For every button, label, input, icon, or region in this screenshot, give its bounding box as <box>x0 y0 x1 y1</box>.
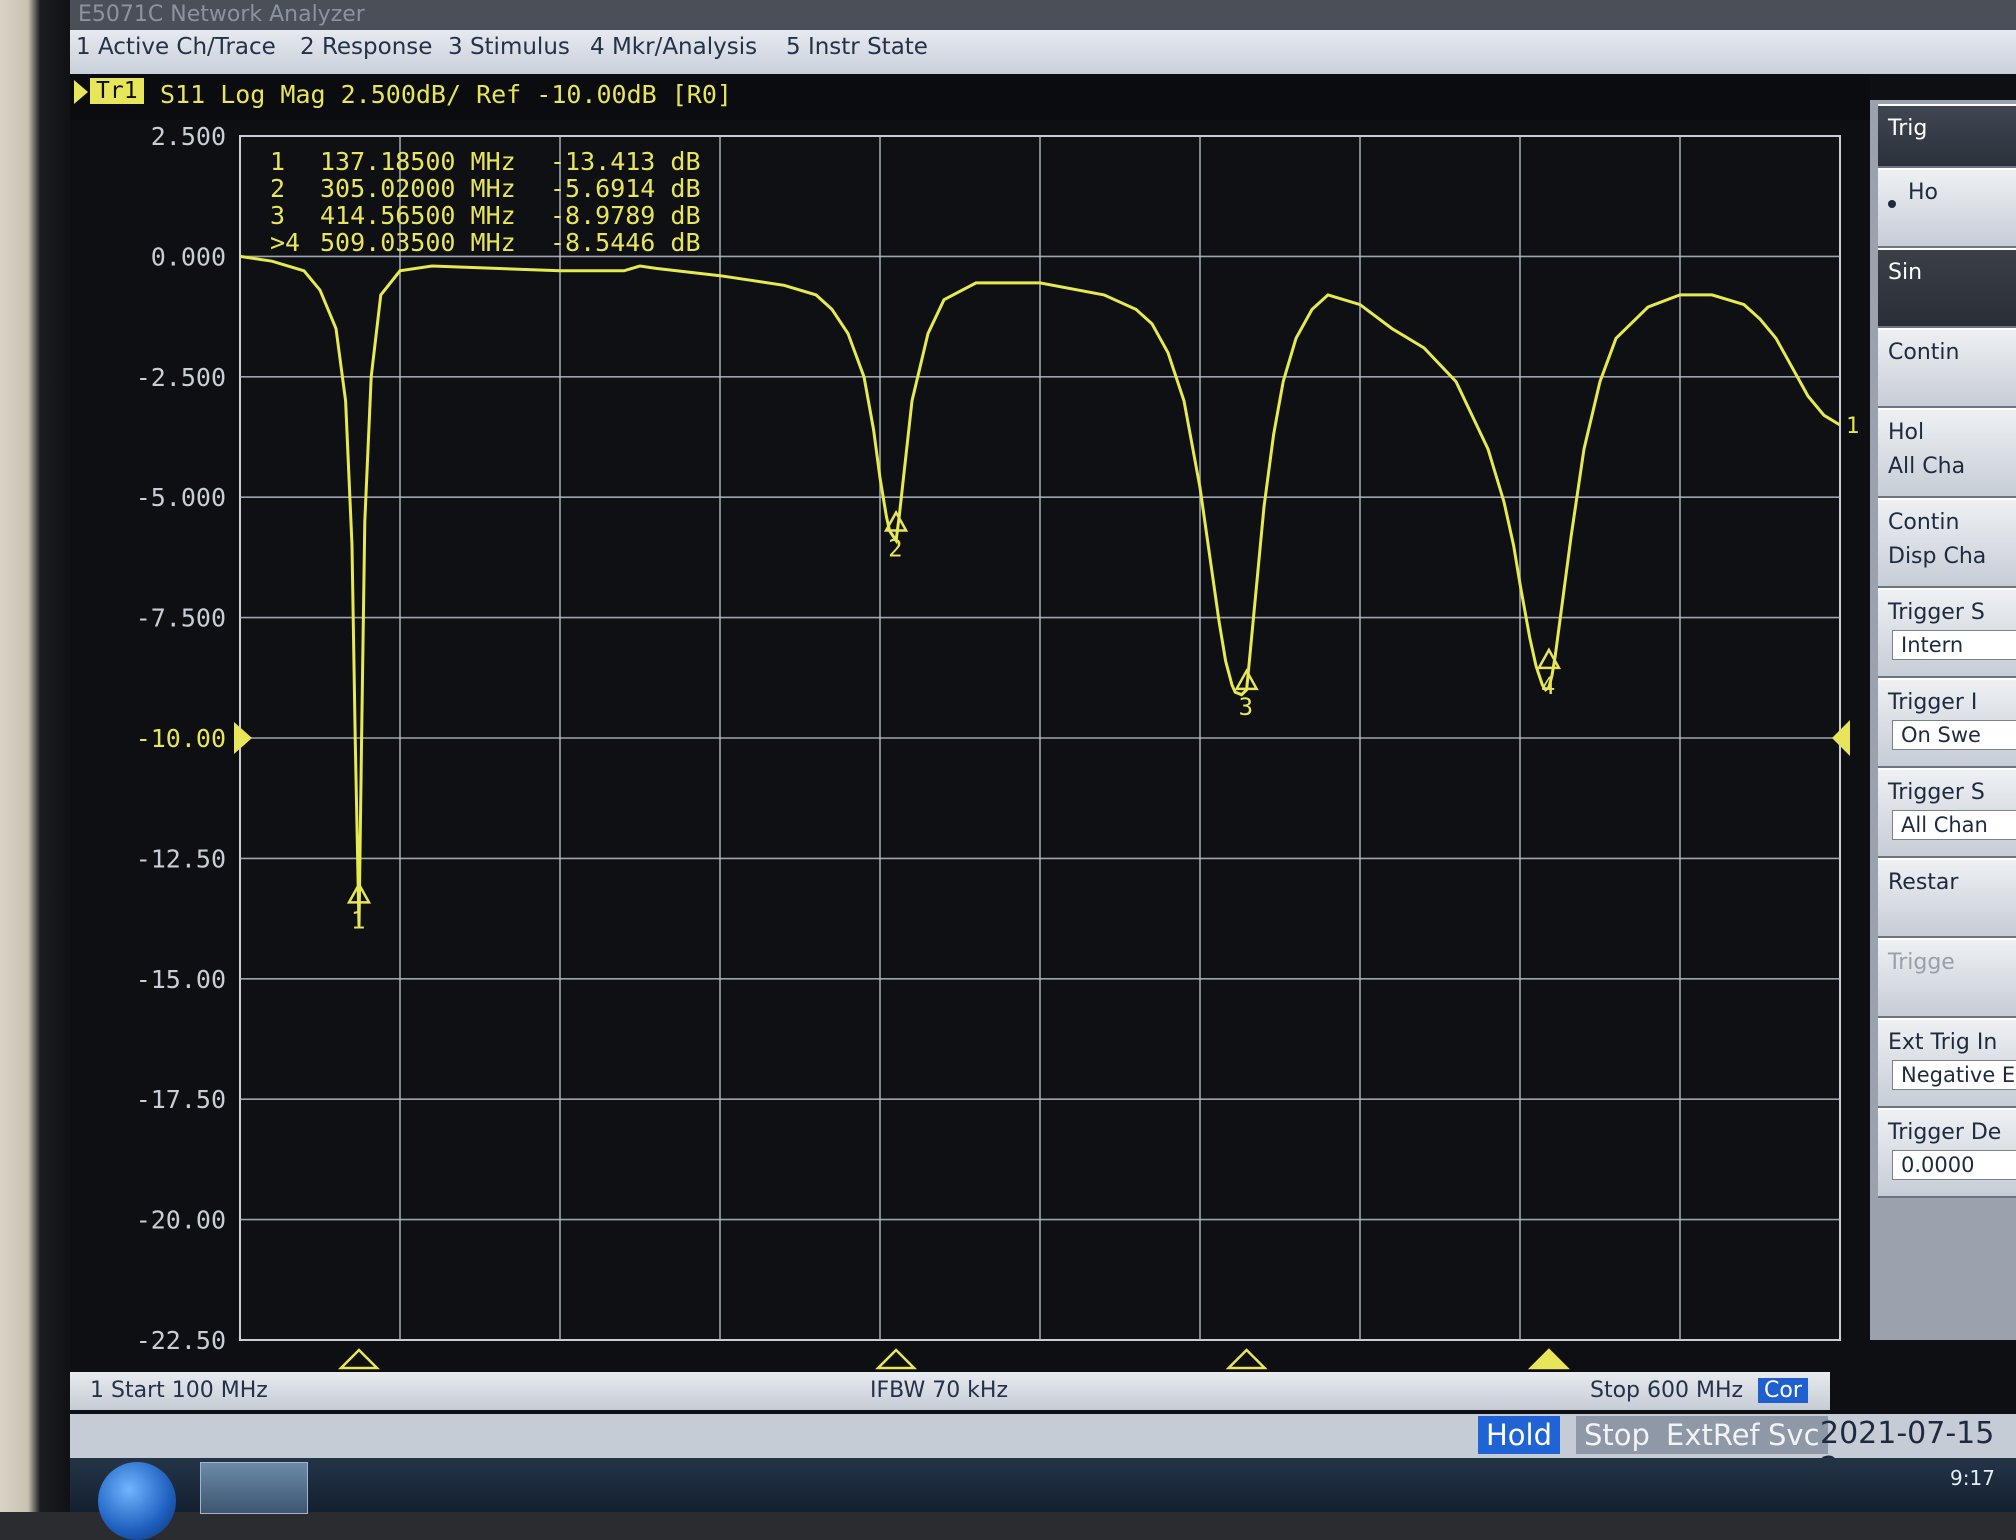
radio-dot-icon <box>1888 200 1896 208</box>
softkey-2[interactable]: Sin <box>1878 248 2016 328</box>
y-tick-label: 0.000 <box>151 242 226 271</box>
softkey-value: All Chan <box>1892 810 2016 840</box>
trace-badge[interactable]: Tr1 <box>90 78 144 104</box>
marker-2-axis-icon <box>875 1348 918 1370</box>
softkey-3[interactable]: Contin <box>1878 328 2016 408</box>
window-titlebar: E5071C Network Analyzer <box>70 0 2016 34</box>
marker-1-axis-icon <box>337 1348 381 1370</box>
monitor-bezel <box>0 0 70 1512</box>
ifbw-readout[interactable]: IFBW 70 kHz <box>870 1378 1008 1403</box>
softkey-11[interactable]: Ext Trig In Negative E <box>1878 1018 2016 1108</box>
s11-plot: 2.500 0.000 -2.500 -5.000 -7.500 -10.00 -12.50… <box>136 122 1859 1370</box>
softkey-panel: Trig Ho Sin Contin Hol All Cha Contin Disp Cha T… <box>1870 100 2016 1340</box>
marker-table-id: >4 <box>270 228 300 257</box>
analyzer-screen: E5071C Network Analyzer 1 Active Ch/Trac… <box>70 0 2016 1540</box>
instrument-state-bar: Hold Stop ExtRef Svc 2021-07-15 2 <box>70 1414 2016 1486</box>
softkey-label: Sin <box>1888 260 1923 285</box>
softkey-10[interactable]: Trigge <box>1878 938 2016 1018</box>
menu-active-ch-trace[interactable]: 1 Active Ch/Trace <box>76 34 276 60</box>
softkey-label: Trig <box>1888 116 1928 141</box>
trace-end-label: 1 <box>1846 414 1859 439</box>
softkey-sublabel: Disp Cha <box>1888 544 1987 569</box>
marker-table-value: -8.9789 dB <box>550 201 701 230</box>
stop-frequency[interactable]: Stop 600 MHz <box>1590 1378 1743 1403</box>
softkey-0: Trig <box>1878 104 2016 168</box>
softkey-1[interactable]: Ho <box>1878 168 2016 248</box>
marker-3-axis-icon <box>1225 1348 1268 1370</box>
marker-3-label: 3 <box>1239 693 1253 721</box>
softkey-value: On Swe <box>1892 720 2016 750</box>
correction-badge: Cor <box>1758 1378 1808 1403</box>
y-tick-label: -2.500 <box>136 363 226 392</box>
softkey-label: Contin <box>1888 340 1960 365</box>
y-tick-label: 2.500 <box>151 122 226 151</box>
softkey-label: Ho <box>1908 180 1939 205</box>
trace-info: S11 Log Mag 2.500dB/ Ref -10.00dB [R0] <box>160 80 732 109</box>
window-title: E5071C Network Analyzer <box>78 2 365 27</box>
marker-table-value: -13.413 dB <box>550 147 701 176</box>
y-tick-label: -15.00 <box>136 965 226 994</box>
y-tick-label: -20.00 <box>136 1206 226 1235</box>
state-extref: ExtRef <box>1658 1416 1768 1454</box>
state-stop: Stop <box>1576 1416 1658 1454</box>
marker-table-freq: 137.18500 MHz <box>320 147 516 176</box>
marker-table-freq: 509.03500 MHz <box>320 228 516 257</box>
start-frequency[interactable]: 1 Start 100 MHz <box>90 1378 268 1403</box>
softkey-value: Intern <box>1892 630 2016 660</box>
softkey-value: Negative E <box>1892 1060 2016 1090</box>
windows-start-icon[interactable] <box>98 1462 176 1540</box>
softkey-label: Trigger S <box>1888 780 1985 805</box>
y-tick-label: -17.50 <box>136 1085 226 1114</box>
softkey-7[interactable]: Trigger I On Swe <box>1878 678 2016 768</box>
menu-instr-state[interactable]: 5 Instr State <box>786 34 928 60</box>
marker-2-label: 2 <box>888 534 902 562</box>
channel-status-bar: 1 Start 100 MHz IFBW 70 kHz Stop 600 MHz… <box>70 1372 1830 1410</box>
marker-table-freq: 414.56500 MHz <box>320 201 516 230</box>
menu-mkr-analysis[interactable]: 4 Mkr/Analysis <box>590 34 757 60</box>
active-trace-arrow-icon <box>74 80 88 104</box>
softkey-9[interactable]: Restar <box>1878 858 2016 938</box>
state-svc: Svc <box>1760 1416 1828 1454</box>
softkey-8[interactable]: Trigger S All Chan <box>1878 768 2016 858</box>
y-tick-label: -7.500 <box>136 604 226 633</box>
softkey-sublabel: All Cha <box>1888 454 1966 479</box>
y-tick-label: -22.50 <box>136 1326 226 1355</box>
state-hold: Hold <box>1478 1416 1561 1454</box>
softkey-12[interactable]: Trigger De 0.0000 <box>1878 1108 2016 1198</box>
softkey-6[interactable]: Trigger S Intern <box>1878 588 2016 678</box>
softkey-label: Ext Trig In <box>1888 1030 1998 1055</box>
marker-table-id: 2 <box>270 174 285 203</box>
menu-bar: 1 Active Ch/Trace 2 Response 3 Stimulus … <box>70 30 2016 74</box>
softkey-label: Trigger S <box>1888 600 1985 625</box>
marker-1-label: 1 <box>351 906 365 934</box>
marker-table-value: -8.5446 dB <box>550 228 701 257</box>
menu-response[interactable]: 2 Response <box>300 34 432 60</box>
softkey-label: Hol <box>1888 420 1925 445</box>
analyzer-task-icon[interactable] <box>200 1462 308 1514</box>
marker-table-value: -5.6914 dB <box>550 174 701 203</box>
softkey-value: 0.0000 <box>1892 1150 2016 1180</box>
softkey-label: Contin <box>1888 510 1960 535</box>
marker-4-label: 4 <box>1541 672 1555 700</box>
y-tick-label: -12.50 <box>136 844 226 873</box>
marker-table-id: 3 <box>270 201 285 230</box>
menu-stimulus[interactable]: 3 Stimulus <box>448 34 570 60</box>
y-tick-label: -10.00 <box>136 724 226 753</box>
softkey-label: Trigger De <box>1888 1120 2002 1145</box>
softkey-5[interactable]: Contin Disp Cha <box>1878 498 2016 588</box>
softkey-label: Restar <box>1888 870 1959 895</box>
marker-table-freq: 305.02000 MHz <box>320 174 516 203</box>
windows-taskbar: 9:17 <box>70 1458 2016 1540</box>
y-tick-label: -5.000 <box>136 483 226 512</box>
softkey-4[interactable]: Hol All Cha <box>1878 408 2016 498</box>
softkey-label: Trigger I <box>1888 690 1978 715</box>
softkey-label: Trigge <box>1888 950 1955 975</box>
marker-4-axis-icon <box>1527 1348 1570 1370</box>
taskbar-clock: 9:17 <box>1950 1466 1995 1490</box>
marker-table-id: 1 <box>270 147 285 176</box>
